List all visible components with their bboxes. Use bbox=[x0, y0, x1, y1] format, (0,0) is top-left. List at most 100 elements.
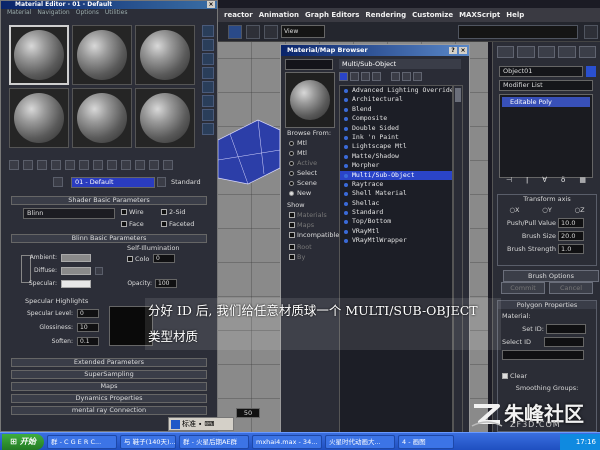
put-to-scene-icon[interactable] bbox=[23, 160, 33, 170]
glossiness-spinner[interactable]: 10 bbox=[77, 323, 99, 332]
make-unique-icon[interactable] bbox=[79, 160, 89, 170]
close-icon[interactable]: × bbox=[207, 1, 215, 8]
material-name-dropdown-icon[interactable] bbox=[157, 177, 166, 187]
view-list-icons-icon[interactable] bbox=[350, 72, 359, 81]
ime-punct-icon[interactable]: ∙ bbox=[198, 420, 202, 428]
list-item[interactable]: Double Sided bbox=[340, 124, 452, 133]
supersampling-rollout[interactable]: SuperSampling bbox=[11, 370, 207, 379]
wire-option[interactable]: Wire bbox=[121, 208, 144, 216]
show-end-result-icon[interactable]: ǀ bbox=[526, 176, 528, 184]
view-small-icons-icon[interactable] bbox=[361, 72, 370, 81]
brush-size-spinner[interactable]: 20.0 bbox=[558, 230, 584, 241]
object-color-swatch[interactable] bbox=[586, 66, 596, 77]
menu-rendering[interactable]: Rendering bbox=[365, 11, 406, 19]
pick-material-icon[interactable] bbox=[53, 177, 63, 187]
browse-mtl-library-radio[interactable]: Mtl bbox=[289, 139, 307, 147]
self-illum-color-checkbox[interactable] bbox=[127, 256, 133, 262]
sample-slot-1[interactable] bbox=[9, 25, 69, 85]
list-scrollbar[interactable] bbox=[453, 85, 463, 435]
face-map-option[interactable]: Face bbox=[121, 220, 144, 228]
list-item[interactable]: VRayMtl bbox=[340, 227, 452, 236]
dynamics-properties-rollout[interactable]: Dynamics Properties bbox=[11, 394, 207, 403]
background-icon[interactable] bbox=[202, 53, 214, 65]
list-item[interactable]: VRayMtlWrapper bbox=[340, 236, 452, 245]
axis-y-radio[interactable]: ○Y bbox=[542, 206, 552, 214]
go-to-parent-icon[interactable] bbox=[149, 160, 159, 170]
list-item[interactable]: Standard bbox=[340, 208, 452, 217]
ime-mode-label[interactable]: 标准 bbox=[182, 419, 196, 429]
get-material-icon[interactable] bbox=[9, 160, 19, 170]
view-list-icon[interactable] bbox=[339, 72, 348, 81]
menu-material[interactable]: Material bbox=[7, 9, 31, 17]
close-icon[interactable]: × bbox=[459, 47, 467, 54]
brush-strength-spinner[interactable]: 1.0 bbox=[558, 243, 584, 254]
rotate-tool-icon[interactable] bbox=[246, 25, 260, 39]
mental-ray-connection-rollout[interactable]: mental ray Connection bbox=[11, 406, 207, 415]
object-name-field[interactable]: Object01 bbox=[499, 66, 583, 77]
sample-slot-4[interactable] bbox=[9, 88, 69, 148]
ime-keyboard-icon[interactable]: ⌨ bbox=[204, 420, 214, 428]
list-item[interactable]: Advanced Lighting Override bbox=[340, 86, 452, 95]
list-item[interactable]: Raytrace bbox=[340, 180, 452, 189]
named-selection-field[interactable] bbox=[458, 25, 578, 39]
list-item[interactable]: Shell Material bbox=[340, 189, 452, 198]
show-map-in-viewport-icon[interactable] bbox=[121, 160, 131, 170]
list-item[interactable]: Architectural bbox=[340, 95, 452, 104]
by-object-checkbox[interactable]: By bbox=[289, 253, 305, 261]
shader-basic-header[interactable]: Shader Basic Parameters bbox=[11, 196, 207, 205]
self-illum-color-option[interactable]: Colo bbox=[127, 255, 149, 263]
delete-from-library-icon[interactable] bbox=[402, 72, 411, 81]
clear-checkbox[interactable] bbox=[502, 372, 508, 379]
faceted-option[interactable]: Faceted bbox=[161, 220, 194, 228]
sample-slot-3[interactable] bbox=[135, 25, 195, 85]
options-icon[interactable] bbox=[202, 109, 214, 121]
sample-slot-6[interactable] bbox=[135, 88, 195, 148]
set-id-spinner[interactable] bbox=[546, 323, 586, 334]
make-preview-icon[interactable] bbox=[202, 95, 214, 107]
push-pull-spinner[interactable]: 10.0 bbox=[558, 217, 584, 228]
make-unique-icon[interactable]: ∀ bbox=[542, 176, 547, 184]
select-id-button[interactable]: Select ID bbox=[502, 338, 540, 346]
tab-display[interactable] bbox=[578, 46, 597, 58]
taskbar-item[interactable]: 火星时代动画大... bbox=[325, 434, 395, 449]
menu-maxscript[interactable]: MAXScript bbox=[459, 11, 500, 19]
sample-slot-2[interactable] bbox=[72, 25, 132, 85]
wire-checkbox[interactable] bbox=[121, 209, 127, 215]
menu-reactor[interactable]: reactor bbox=[224, 11, 253, 19]
commit-button[interactable]: Commit bbox=[501, 282, 545, 294]
reset-map-icon[interactable] bbox=[51, 160, 61, 170]
tab-hierarchy[interactable] bbox=[537, 46, 556, 58]
list-item[interactable]: Top/Bottom bbox=[340, 217, 452, 226]
pin-stack-icon[interactable]: ⊣ bbox=[506, 176, 512, 184]
show-maps-checkbox[interactable]: Maps bbox=[289, 221, 314, 229]
reference-coord-select[interactable]: View bbox=[281, 25, 325, 38]
list-item[interactable]: Shellac bbox=[340, 199, 452, 208]
browse-new-radio[interactable]: New bbox=[289, 189, 311, 197]
start-button[interactable]: ⊞ 开始 bbox=[2, 433, 44, 450]
list-item[interactable]: Ink 'n Paint bbox=[340, 133, 452, 142]
tab-create[interactable] bbox=[497, 46, 515, 58]
extended-parameters-rollout[interactable]: Extended Parameters bbox=[11, 358, 207, 367]
tab-modify[interactable] bbox=[517, 46, 535, 58]
menu-graph-editors[interactable]: Graph Editors bbox=[305, 11, 359, 19]
menu-animation[interactable]: Animation bbox=[259, 11, 299, 19]
face-map-checkbox[interactable] bbox=[121, 221, 127, 227]
specular-level-spinner[interactable]: 0 bbox=[77, 309, 99, 318]
make-copy-icon[interactable] bbox=[65, 160, 75, 170]
video-color-check-icon[interactable] bbox=[202, 81, 214, 93]
two-sided-checkbox[interactable] bbox=[161, 209, 167, 215]
faceted-checkbox[interactable] bbox=[161, 221, 167, 227]
show-end-result-icon[interactable] bbox=[135, 160, 145, 170]
ambient-color-swatch[interactable] bbox=[61, 254, 91, 262]
tab-motion[interactable] bbox=[558, 46, 576, 58]
diffuse-color-swatch[interactable] bbox=[61, 267, 91, 275]
diffuse-map-button[interactable] bbox=[95, 267, 103, 275]
help-icon[interactable]: ? bbox=[449, 47, 457, 54]
menu-customize[interactable]: Customize bbox=[412, 11, 453, 19]
select-by-material-icon[interactable] bbox=[202, 123, 214, 135]
cancel-button[interactable]: Cancel bbox=[549, 282, 593, 294]
sample-slot-5[interactable] bbox=[72, 88, 132, 148]
list-item[interactable]: Morpher bbox=[340, 161, 452, 170]
sample-type-icon[interactable] bbox=[202, 25, 214, 37]
mirror-icon[interactable] bbox=[584, 25, 598, 39]
